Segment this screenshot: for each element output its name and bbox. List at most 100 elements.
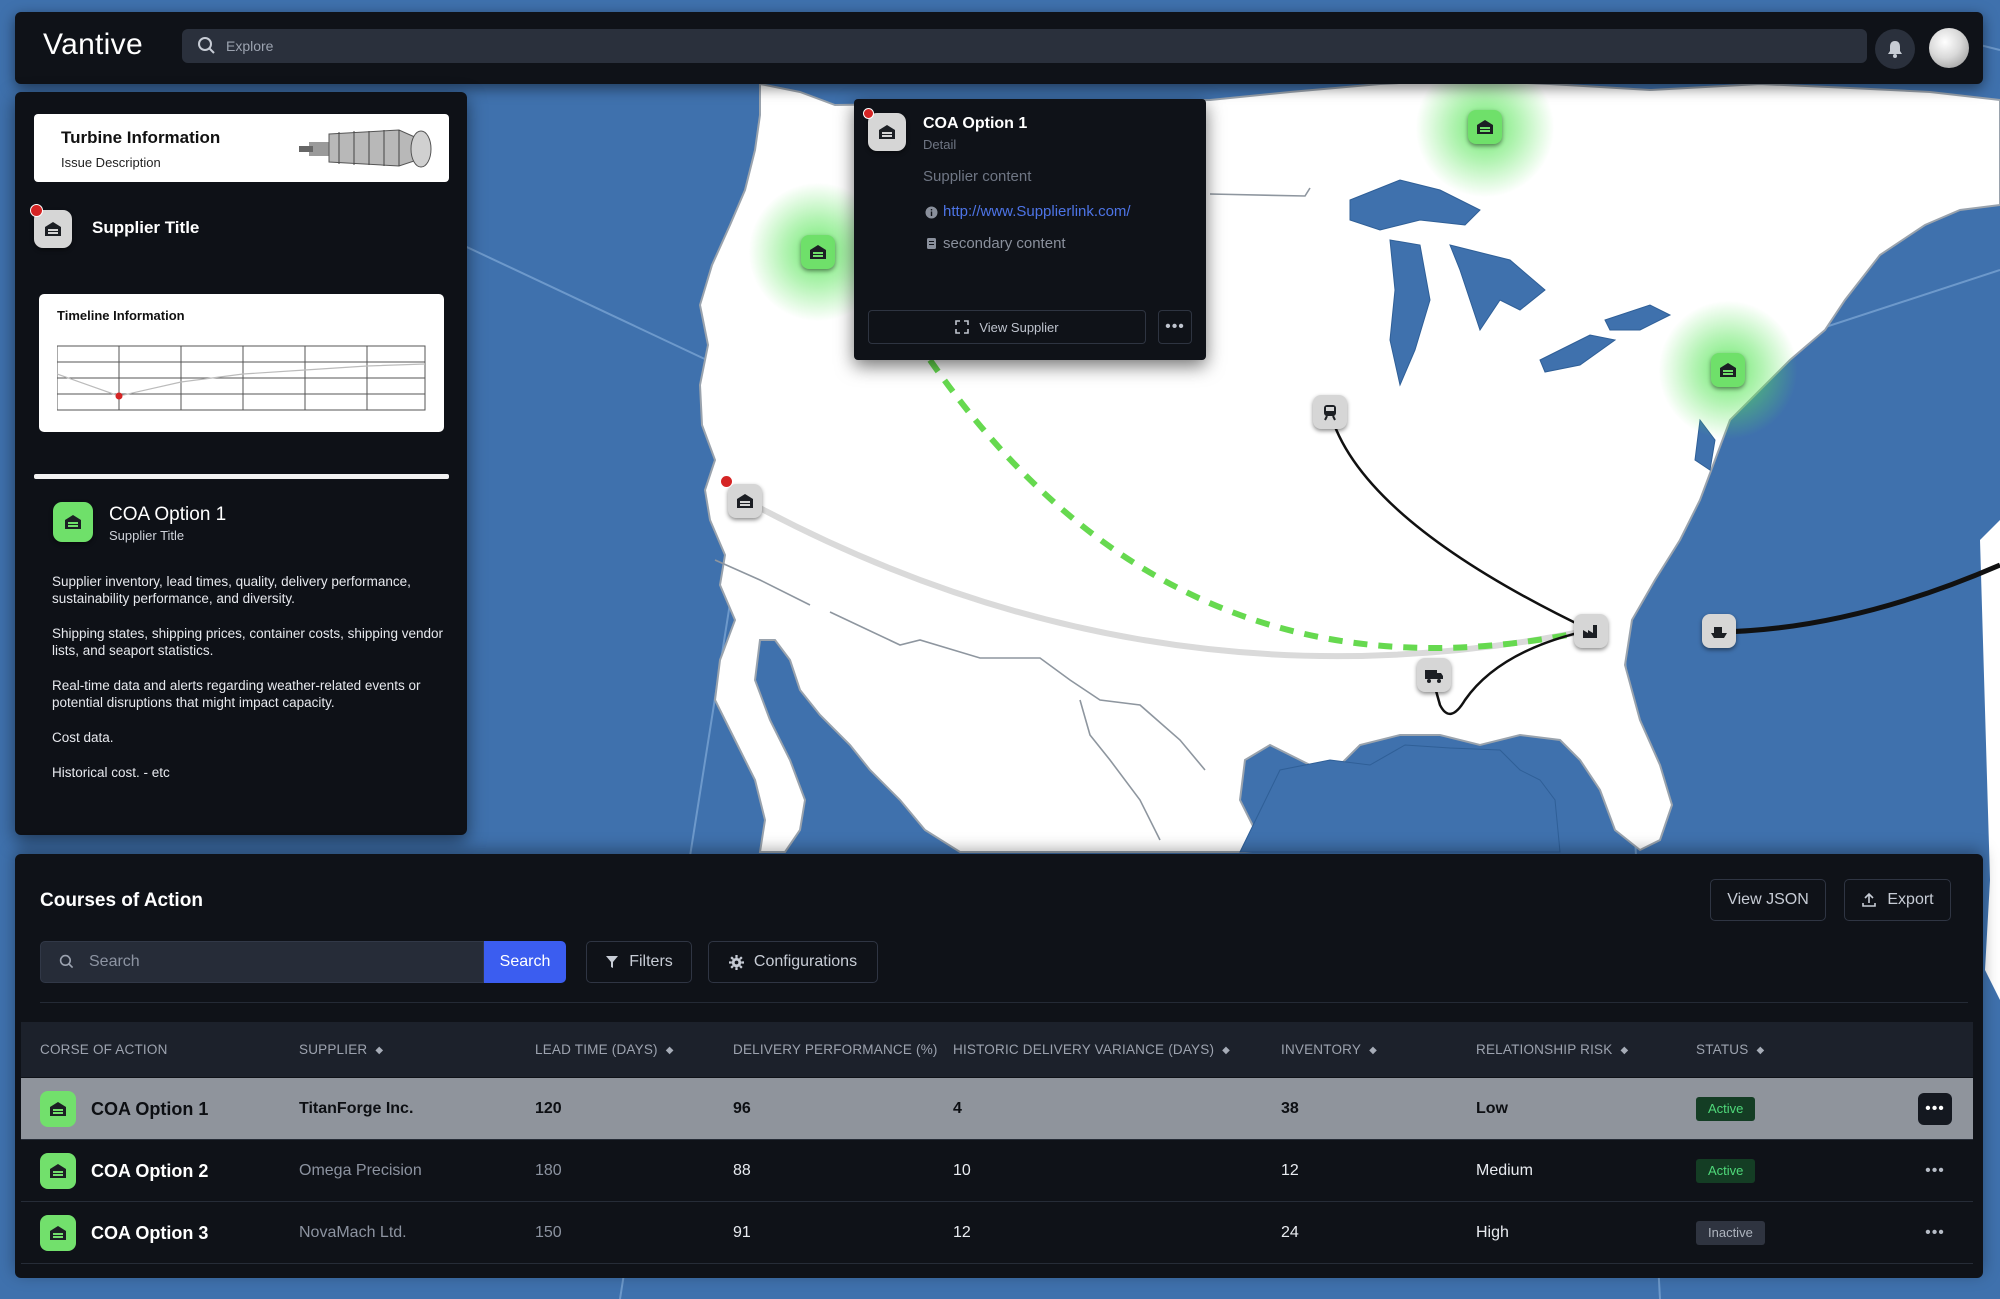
coa-icon <box>53 502 93 542</box>
row-more-button[interactable]: ••• <box>1918 1217 1952 1249</box>
supplier-marker-california[interactable] <box>728 484 762 518</box>
timeline-chart <box>57 345 426 411</box>
courses-of-action-panel: Courses of Action View JSON Export Searc… <box>15 854 1983 1278</box>
gear-icon <box>728 954 744 970</box>
warehouse-icon <box>737 494 753 508</box>
cell-risk: High <box>1476 1224 1509 1241</box>
cell-inventory: 12 <box>1281 1162 1299 1179</box>
supplier-marker-north[interactable] <box>1468 110 1502 144</box>
cell-delivery: 88 <box>733 1162 751 1179</box>
timeline-card[interactable]: Timeline Information <box>39 294 444 432</box>
column-label: CORSE OF ACTION <box>40 1042 168 1057</box>
search-button[interactable]: Search <box>484 941 566 983</box>
column-header-variance[interactable]: HISTORIC DELIVERY VARIANCE (DAYS) ◆ <box>953 1022 1230 1077</box>
supplier-popup: COA Option 1 Detail Supplier content htt… <box>854 99 1206 360</box>
toolbar-divider <box>40 1002 1968 1003</box>
supplier-marker-east[interactable] <box>1711 353 1745 387</box>
explore-input[interactable] <box>226 33 1826 59</box>
explore-search[interactable] <box>182 29 1867 63</box>
user-avatar[interactable] <box>1929 28 1969 68</box>
alert-dot <box>720 475 733 488</box>
popup-content: Supplier content <box>923 168 1032 185</box>
cell-coa-name: COA Option 3 <box>91 1223 209 1243</box>
view-json-button[interactable]: View JSON <box>1710 879 1826 921</box>
export-button[interactable]: Export <box>1844 879 1951 921</box>
warehouse-icon <box>50 1164 66 1178</box>
column-header-lead-time[interactable]: LEAD TIME (DAYS) ◆ <box>535 1022 674 1077</box>
row-more-button[interactable]: ••• <box>1918 1093 1952 1125</box>
supplier-link[interactable]: http://www.Supplierlink.com/ <box>943 203 1131 220</box>
filter-icon <box>606 956 619 968</box>
column-header-delivery[interactable]: DELIVERY PERFORMANCE (%) <box>733 1022 938 1077</box>
notifications-button[interactable] <box>1875 29 1915 69</box>
warehouse-icon <box>50 1226 66 1240</box>
table-row[interactable]: COA Option 1 TitanForge Inc. 120 96 4 38… <box>21 1078 1973 1140</box>
coa-subtitle: Supplier Title <box>109 528 185 543</box>
timeline-label: Timeline Information <box>57 308 185 323</box>
app-logo[interactable]: Vantive <box>43 28 143 62</box>
search-input[interactable] <box>89 950 469 974</box>
sort-icon: ◆ <box>1620 1045 1629 1056</box>
row-coa-icon <box>40 1215 76 1251</box>
truck-hub-marker[interactable] <box>1417 658 1451 692</box>
column-header-supplier[interactable]: SUPPLIER ◆ <box>299 1022 383 1077</box>
sort-icon: ◆ <box>1756 1045 1765 1056</box>
cell-delivery: 96 <box>733 1100 751 1117</box>
factory-hub-marker[interactable] <box>1574 614 1608 648</box>
turbine-image <box>299 129 432 168</box>
port-hub-marker[interactable] <box>1702 614 1736 648</box>
alert-dot <box>863 108 874 119</box>
alert-dot <box>30 204 43 217</box>
column-header-inventory[interactable]: INVENTORY ◆ <box>1281 1022 1377 1077</box>
cell-inventory: 38 <box>1281 1100 1299 1117</box>
table-row[interactable]: COA Option 2 Omega Precision 180 88 10 1… <box>21 1140 1973 1202</box>
sort-icon: ◆ <box>375 1045 384 1056</box>
more-icon: ••• <box>1165 318 1185 335</box>
turbine-info-card[interactable]: Turbine Information Issue Description <box>34 114 449 182</box>
warehouse-icon <box>50 1102 66 1116</box>
column-label: HISTORIC DELIVERY VARIANCE (DAYS) <box>953 1042 1215 1057</box>
column-header-coa[interactable]: CORSE OF ACTION <box>40 1022 168 1077</box>
table-header: CORSE OF ACTION SUPPLIER ◆ LEAD TIME (DAY… <box>21 1022 1973 1077</box>
coa-search[interactable] <box>40 941 484 983</box>
warehouse-icon <box>1720 363 1736 377</box>
status-badge: Active <box>1696 1159 1756 1183</box>
configurations-button[interactable]: Configurations <box>708 941 878 983</box>
supplier-title: Supplier Title <box>92 218 200 237</box>
column-header-risk[interactable]: RELATIONSHIP RISK ◆ <box>1476 1022 1628 1077</box>
expand-icon <box>955 320 970 334</box>
bell-icon <box>1888 41 1902 58</box>
supplier-title-row[interactable]: Supplier Title <box>30 204 449 254</box>
warehouse-icon <box>1477 120 1493 134</box>
cell-risk: Low <box>1476 1100 1508 1117</box>
description-item: Cost data. <box>52 730 114 745</box>
view-json-label: View JSON <box>1727 891 1809 908</box>
status-badge: Inactive <box>1696 1221 1765 1245</box>
supplier-marker-west[interactable] <box>801 235 835 269</box>
column-label: STATUS <box>1696 1042 1749 1057</box>
filters-label: Filters <box>629 953 673 970</box>
column-label: LEAD TIME (DAYS) <box>535 1042 658 1057</box>
turbine-title: Turbine Information <box>61 128 221 147</box>
cell-supplier: Omega Precision <box>299 1162 422 1179</box>
table-row[interactable]: COA Option 3 NovaMach Ltd. 150 91 12 24 … <box>21 1202 1973 1264</box>
more-icon: ••• <box>1925 1224 1945 1241</box>
cell-coa-name: COA Option 1 <box>91 1099 209 1119</box>
column-label: SUPPLIER <box>299 1042 368 1057</box>
view-supplier-button[interactable]: View Supplier <box>868 310 1146 344</box>
sort-icon: ◆ <box>665 1045 674 1056</box>
popup-more-button[interactable]: ••• <box>1158 310 1192 344</box>
filters-button[interactable]: Filters <box>586 941 692 983</box>
column-label: RELATIONSHIP RISK <box>1476 1042 1613 1057</box>
column-header-status[interactable]: STATUS ◆ <box>1696 1022 1764 1077</box>
more-icon: ••• <box>1925 1162 1945 1179</box>
warehouse-icon <box>810 245 826 259</box>
panel-title: Courses of Action <box>40 890 203 911</box>
row-coa-icon <box>40 1153 76 1189</box>
search-icon <box>198 37 215 54</box>
row-more-button[interactable]: ••• <box>1918 1155 1952 1187</box>
coa-name: COA Option 1 <box>109 504 227 525</box>
rail-hub-marker[interactable] <box>1313 395 1347 429</box>
upload-icon <box>1862 892 1877 907</box>
popup-secondary: secondary content <box>943 235 1066 252</box>
